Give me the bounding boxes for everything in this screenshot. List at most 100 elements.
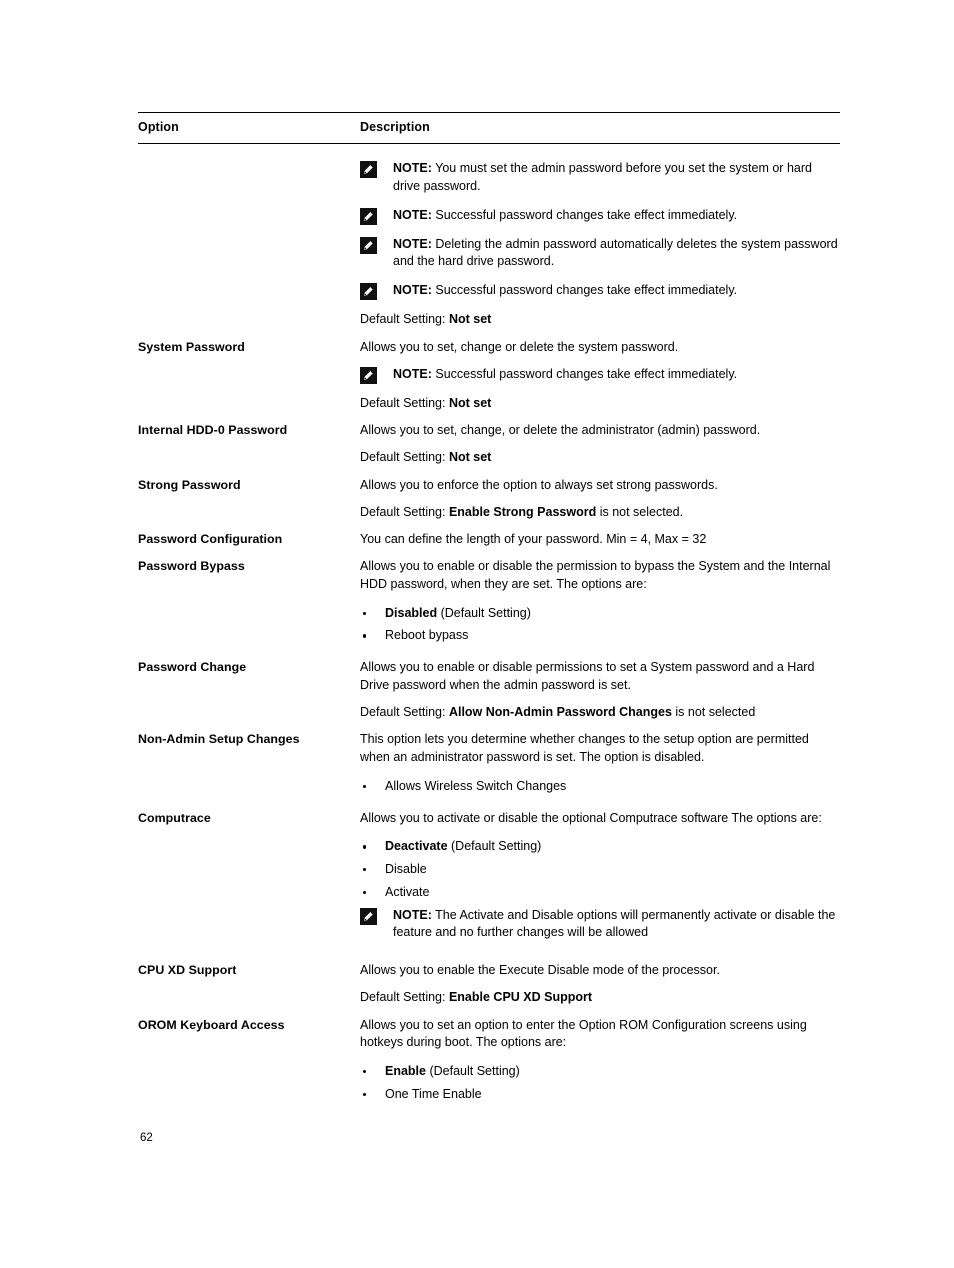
emphasis-text: Not set — [448, 450, 492, 464]
description-paragraph: Allows you to enable or disable permissi… — [360, 660, 815, 692]
option-list-item: Disable — [360, 861, 838, 879]
description-paragraph: Default Setting: Not set — [360, 312, 492, 326]
option-description-cell: Allows you to set an option to enter the… — [360, 1017, 840, 1118]
note-label: NOTE: — [393, 207, 432, 222]
note-label: NOTE: — [393, 236, 432, 251]
emphasis-text: Enable Strong Password — [448, 504, 597, 519]
document-page: Option Description NOTE: You must set th… — [0, 0, 954, 1268]
spec-table-container: Option Description NOTE: You must set th… — [138, 112, 840, 1118]
emphasis-text: Allow Non-Admin Password Changes — [448, 704, 672, 719]
table-row: Internal HDD-0 Password Allows you to set… — [138, 422, 840, 477]
description-paragraph: Allows you to enforce the option to alwa… — [360, 477, 718, 492]
option-value-name: Disabled — [385, 605, 438, 620]
note-callout: NOTE: Successful password changes take e… — [360, 207, 838, 225]
option-name-cell: System Password — [138, 339, 245, 354]
option-list-item: Disabled (Default Setting) — [360, 605, 838, 623]
option-value-name: Deactivate — [385, 839, 448, 854]
option-description-cell: You can define the length of your passwo… — [360, 531, 840, 558]
option-description-cell: Allows you to set, change or delete the … — [360, 339, 840, 423]
emphasis-text: Not set — [448, 312, 492, 326]
page-number: 62 — [140, 1132, 153, 1144]
description-paragraph: Default Setting: Not set — [360, 450, 492, 464]
option-description-cell: Allows you to activate or disable the op… — [360, 810, 840, 963]
note-text: NOTE: Deleting the admin password automa… — [393, 236, 838, 269]
table-row: NOTE: You must set the admin password be… — [138, 144, 840, 339]
note-pencil-icon — [360, 207, 377, 225]
option-name-cell: Non-Admin Setup Changes — [138, 732, 300, 747]
option-description-cell: Allows you to set, change, or delete the… — [360, 422, 840, 477]
note-label: NOTE: — [393, 907, 432, 922]
note-text: NOTE: Successful password changes take e… — [393, 207, 738, 222]
note-text: NOTE: Successful password changes take e… — [393, 366, 738, 381]
note-callout: NOTE: Successful password changes take e… — [360, 366, 838, 384]
option-list-item: Deactivate (Default Setting) — [360, 838, 838, 856]
option-list-item: Allows Wireless Switch Changes — [360, 778, 838, 796]
option-description-cell: Allows you to enforce the option to alwa… — [360, 477, 840, 532]
description-paragraph: Default Setting: Enable Strong Password … — [360, 504, 684, 519]
table-body: NOTE: You must set the admin password be… — [138, 144, 840, 1118]
table-header-row: Option Description — [138, 112, 840, 144]
table-row: Password Configuration You can define the… — [138, 531, 840, 558]
description-paragraph: Allows you to set an option to enter the… — [360, 1017, 807, 1050]
note-callout: NOTE: Successful password changes take e… — [360, 282, 838, 300]
note-callout: NOTE: Deleting the admin password automa… — [360, 236, 838, 272]
option-value-name: Enable — [385, 1064, 426, 1078]
option-description-cell: Allows you to enable or disable the perm… — [360, 558, 840, 659]
option-description-cell: Allows you to enable the Execute Disable… — [360, 962, 840, 1017]
emphasis-text: Not set — [448, 395, 492, 410]
note-pencil-icon — [360, 236, 377, 254]
option-list-item: One Time Enable — [360, 1086, 838, 1104]
emphasis-text: Enable CPU XD Support — [448, 989, 593, 1004]
note-pencil-icon — [360, 283, 377, 300]
option-name-cell: Password Change — [138, 660, 247, 674]
note-callout: NOTE: The Activate and Disable options w… — [360, 907, 838, 943]
table-row: Strong Password Allows you to enforce the… — [138, 477, 840, 532]
description-paragraph: Default Setting: Allow Non-Admin Passwor… — [360, 704, 756, 719]
table-row: Password Bypass Allows you to enable or d… — [138, 558, 840, 659]
table-row: System Password Allows you to set, change… — [138, 339, 840, 423]
table-row: CPU XD Support Allows you to enable the E… — [138, 962, 840, 1017]
description-paragraph: Default Setting: Not set — [360, 395, 492, 410]
option-name-cell: Internal HDD-0 Password — [138, 423, 288, 438]
column-header-description: Description — [360, 120, 430, 134]
note-pencil-icon — [360, 907, 377, 925]
option-bullet-list: Allows Wireless Switch Changes — [360, 778, 838, 796]
note-label: NOTE: — [393, 366, 432, 381]
option-name-cell: Password Bypass — [138, 559, 245, 573]
option-list-item: Enable (Default Setting) — [360, 1063, 838, 1081]
note-text: NOTE: The Activate and Disable options w… — [393, 907, 836, 940]
note-label: NOTE: — [393, 283, 432, 297]
option-name-cell — [138, 144, 360, 339]
description-paragraph: Allows you to set, change or delete the … — [360, 339, 679, 354]
option-description-cell: Allows you to enable or disable permissi… — [360, 659, 840, 731]
note-pencil-icon — [360, 366, 377, 384]
note-callout: NOTE: You must set the admin password be… — [360, 160, 838, 196]
options-table: Option Description NOTE: You must set th… — [138, 112, 840, 1118]
table-row: Computrace Allows you to activate or disa… — [138, 810, 840, 963]
option-name-cell: OROM Keyboard Access — [138, 1017, 285, 1032]
option-name-cell: CPU XD Support — [138, 963, 237, 977]
description-paragraph: This option lets you determine whether c… — [360, 732, 809, 764]
description-paragraph: Allows you to activate or disable the op… — [360, 810, 822, 825]
option-description-cell: This option lets you determine whether c… — [360, 731, 840, 809]
note-text: NOTE: You must set the admin password be… — [393, 161, 812, 193]
option-list-item: Activate — [360, 884, 838, 902]
description-paragraph: Allows you to enable or disable the perm… — [360, 559, 831, 591]
description-paragraph: Allows you to set, change, or delete the… — [360, 423, 761, 438]
description-paragraph: Allows you to enable the Execute Disable… — [360, 963, 720, 977]
option-bullet-list: Disabled (Default Setting) Reboot bypass — [360, 605, 838, 646]
option-name-cell: Strong Password — [138, 477, 241, 492]
option-description-cell: NOTE: You must set the admin password be… — [360, 144, 840, 339]
option-name-cell: Password Configuration — [138, 532, 283, 547]
column-header-option: Option — [138, 120, 179, 134]
table-row: Password Change Allows you to enable or d… — [138, 659, 840, 731]
table-row: OROM Keyboard Access Allows you to set an… — [138, 1017, 840, 1118]
option-bullet-list: Enable (Default Setting) One Time Enable — [360, 1063, 838, 1104]
description-paragraph: Default Setting: Enable CPU XD Support — [360, 989, 593, 1004]
option-list-item: Reboot bypass — [360, 627, 838, 645]
table-row: Non-Admin Setup Changes This option lets … — [138, 731, 840, 809]
note-pencil-icon — [360, 161, 377, 178]
note-text: NOTE: Successful password changes take e… — [393, 283, 738, 297]
option-name-cell: Computrace — [138, 810, 211, 825]
option-bullet-list: Deactivate (Default Setting) Disable Activ… — [360, 838, 838, 901]
